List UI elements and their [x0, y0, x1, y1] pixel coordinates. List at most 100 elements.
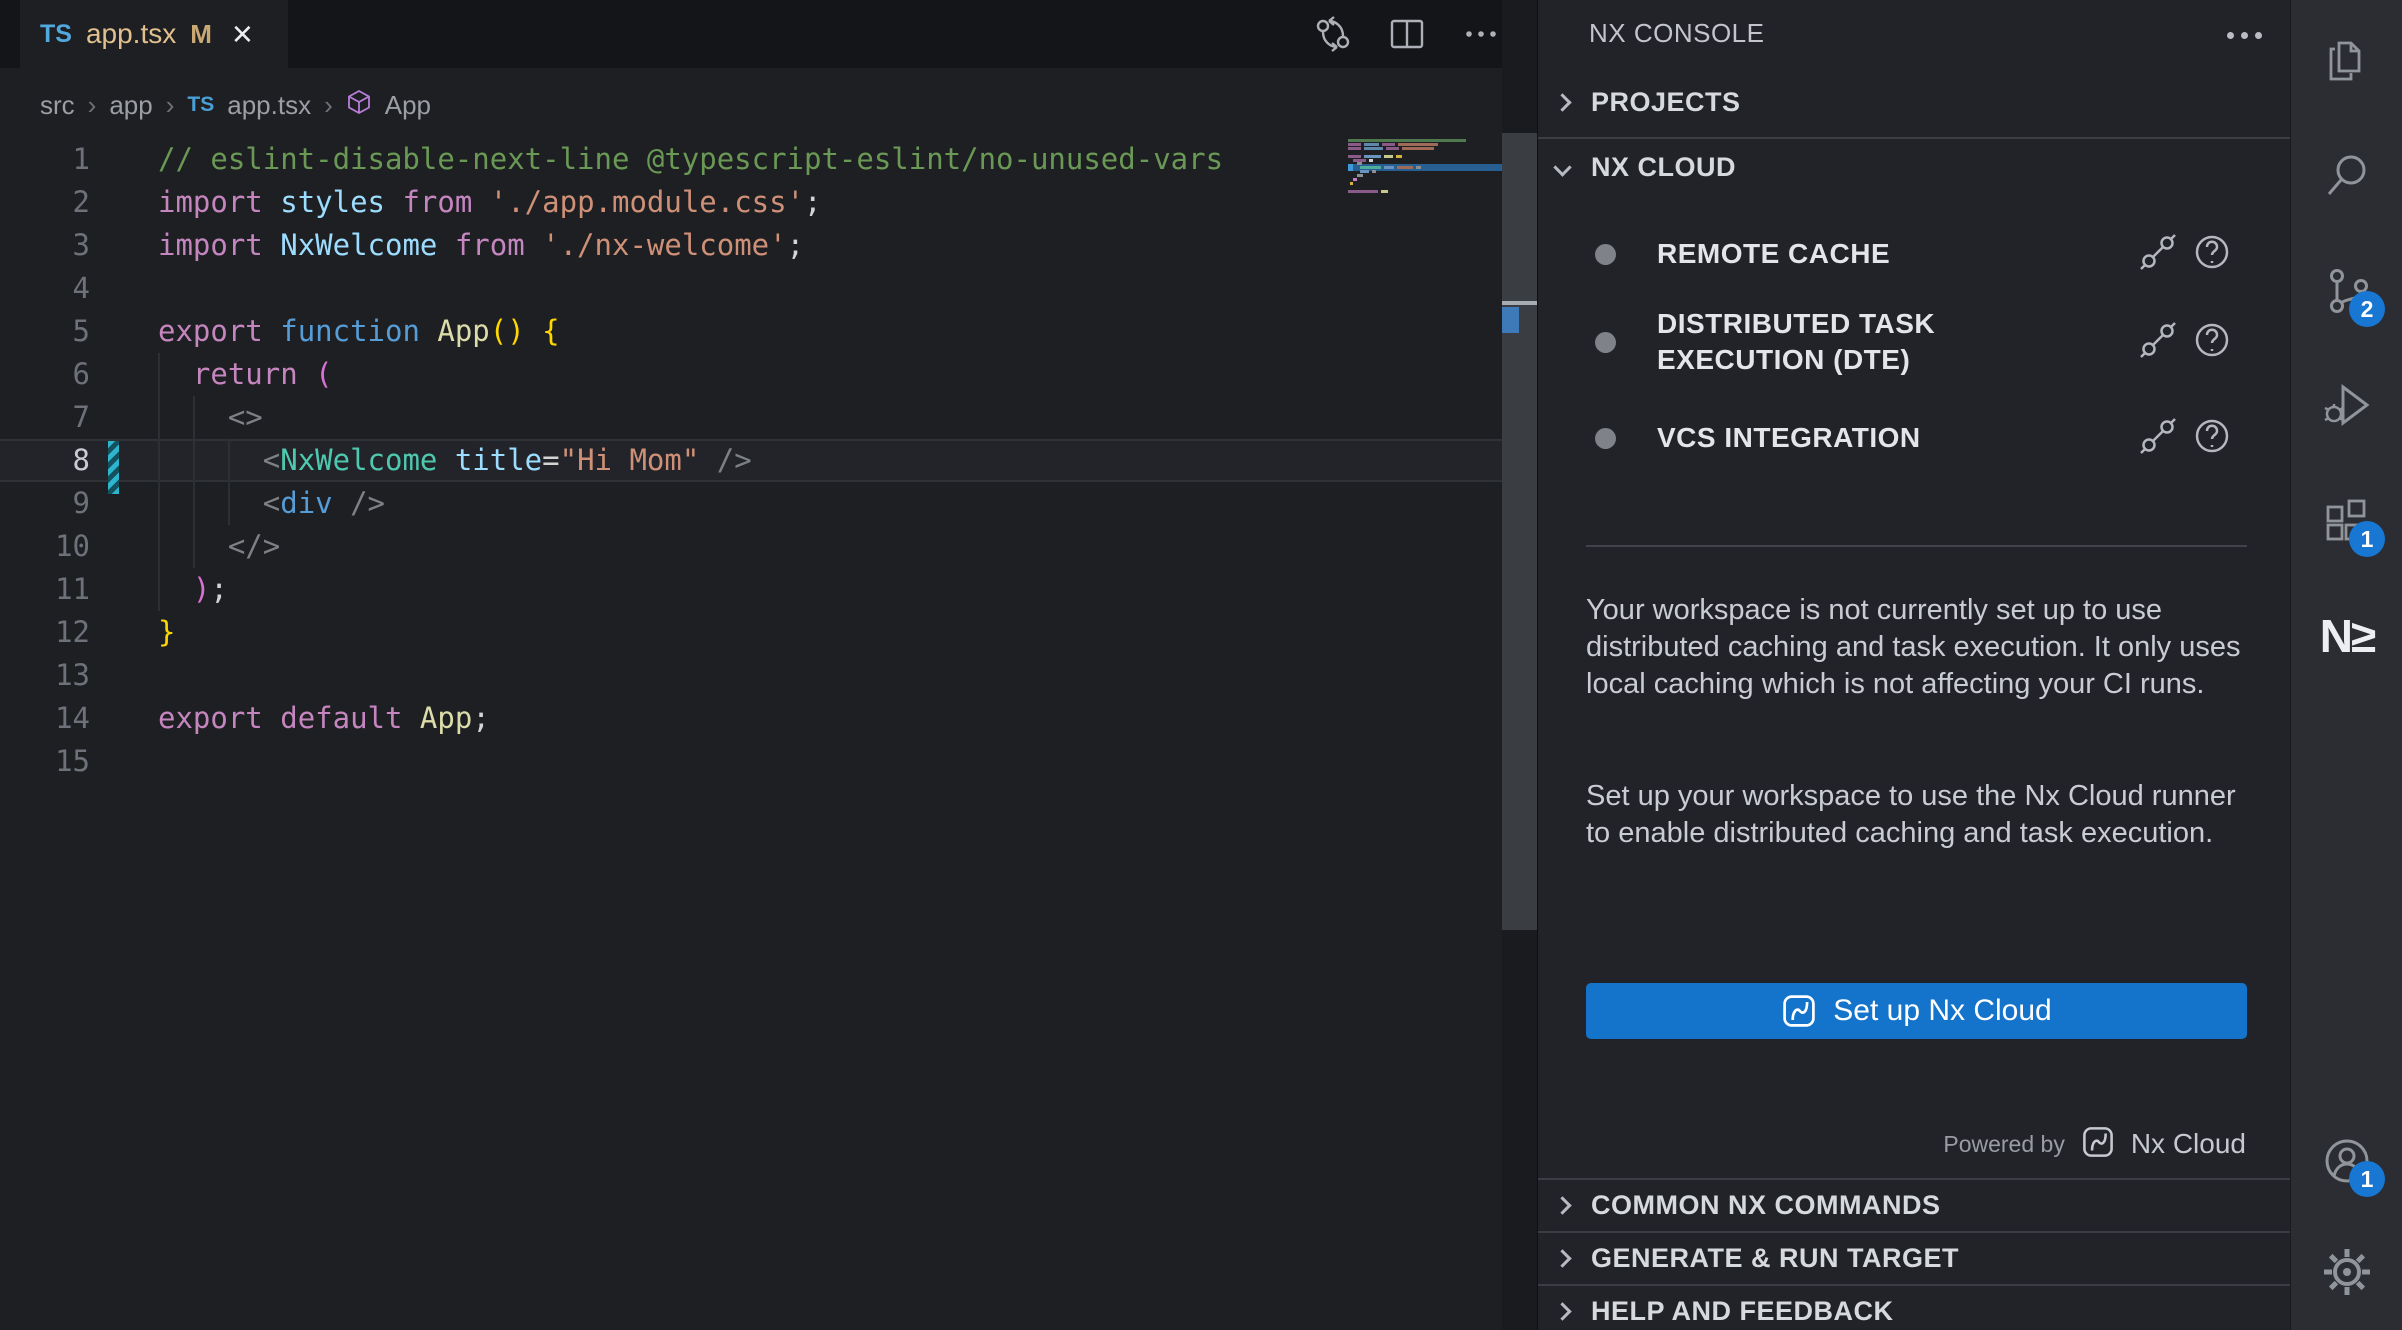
source-control-icon[interactable]: 2	[2291, 235, 2402, 347]
code-token	[158, 443, 263, 477]
code-editor[interactable]: 123456789101112131415 // eslint-disable-…	[0, 0, 1537, 1330]
connect-icon[interactable]	[2138, 416, 2178, 461]
code-token: />	[350, 486, 385, 520]
minimap-line	[1348, 190, 1388, 193]
help-icon[interactable]	[2192, 416, 2232, 461]
more-actions-icon[interactable]	[2227, 32, 2262, 39]
feature-vcs-integration: VCS INTEGRATION	[1538, 402, 2290, 474]
feature-remote-cache: REMOTE CACHE	[1538, 222, 2290, 286]
code-token: <>	[228, 400, 263, 434]
code-line-2[interactable]: import styles from './app.module.css';	[158, 181, 822, 224]
line-number: 3	[0, 224, 90, 267]
extensions-badge: 1	[2349, 521, 2385, 557]
line-number: 10	[0, 525, 90, 568]
chevron-right-icon	[1553, 1196, 1571, 1214]
scrollbar-slider[interactable]	[1502, 133, 1537, 930]
accounts-icon[interactable]: 1	[2291, 1105, 2402, 1217]
minimap-line	[1360, 166, 1421, 169]
code-token: ()	[490, 314, 525, 348]
code-line-6[interactable]: return (	[158, 353, 333, 396]
status-dot-icon	[1595, 428, 1616, 449]
code-token: ;	[787, 228, 804, 262]
section-label: HELP AND FEEDBACK	[1591, 1296, 1894, 1327]
connect-icon[interactable]	[2138, 320, 2178, 365]
code-line-10[interactable]: </>	[158, 525, 280, 568]
code-token: import	[158, 185, 263, 219]
vscode-window: TS app.tsx M ×	[0, 0, 2402, 1330]
code-token: "Hi Mom"	[560, 443, 700, 477]
code-token: NxWelcome	[280, 228, 437, 262]
code-token: App	[437, 314, 489, 348]
line-number: 8	[0, 439, 90, 482]
line-number: 6	[0, 353, 90, 396]
help-icon[interactable]	[2192, 320, 2232, 365]
code-token: )	[193, 572, 210, 606]
code-token: div	[280, 486, 332, 520]
help-icon[interactable]	[2192, 232, 2232, 277]
search-icon[interactable]	[2291, 120, 2402, 232]
code-token: </>	[228, 529, 280, 563]
code-token	[158, 486, 263, 520]
code-token	[263, 228, 280, 262]
explorer-icon[interactable]	[2291, 5, 2402, 117]
line-number: 11	[0, 568, 90, 611]
line-number: 1	[0, 138, 90, 181]
code-token: {	[542, 314, 559, 348]
minimap-line	[1348, 139, 1466, 142]
code-token	[158, 400, 228, 434]
code-line-8[interactable]: <NxWelcome title="Hi Mom" />	[158, 439, 752, 482]
setup-nx-cloud-button[interactable]: Set up Nx Cloud	[1586, 983, 2247, 1039]
code-line-11[interactable]: );	[158, 568, 228, 611]
connect-icon[interactable]	[2138, 232, 2178, 277]
section-label: PROJECTS	[1591, 87, 1741, 118]
minimap-line	[1348, 155, 1402, 158]
panel-header: NX CONSOLE	[1538, 0, 2290, 66]
code-token: styles	[280, 185, 385, 219]
status-dot-icon	[1595, 332, 1616, 353]
code-token	[333, 486, 350, 520]
code-token: './app.module.css'	[490, 185, 804, 219]
minimap-line	[1348, 143, 1438, 146]
code-line-3[interactable]: import NxWelcome from './nx-welcome';	[158, 224, 804, 267]
code-token: return	[193, 357, 298, 391]
code-token	[158, 529, 228, 563]
settings-gear-icon[interactable]	[2291, 1216, 2402, 1328]
code-line-14[interactable]: export default App;	[158, 697, 490, 740]
code-token: />	[717, 443, 752, 477]
code-line-12[interactable]: }	[158, 611, 175, 654]
code-token: NxWelcome	[280, 443, 437, 477]
code-token	[402, 701, 419, 735]
code-token: ;	[472, 701, 489, 735]
section-generate-run-target[interactable]: GENERATE & RUN TARGET	[1538, 1231, 2290, 1284]
section-help-and-feedback[interactable]: HELP AND FEEDBACK	[1538, 1284, 2290, 1330]
run-and-debug-icon[interactable]	[2291, 350, 2402, 462]
code-line-1[interactable]: // eslint-disable-next-line @typescript-…	[158, 138, 1223, 181]
nx-logo: N≥	[2320, 609, 2374, 663]
content-divider	[1586, 545, 2247, 547]
code-line-5[interactable]: export function App() {	[158, 310, 560, 353]
code-token	[263, 701, 280, 735]
line-number: 13	[0, 654, 90, 697]
line-number: 7	[0, 396, 90, 439]
code-line-9[interactable]: <div />	[158, 482, 385, 525]
powered-by: Powered by Nx Cloud	[1943, 1122, 2246, 1166]
section-common-nx-commands[interactable]: COMMON NX COMMANDS	[1538, 1178, 2290, 1231]
nx-console-panel: NX CONSOLE PROJECTS NX CLOUD REMOTE CACH…	[1537, 0, 2290, 1330]
activity-bar: 2 1 N≥ 1	[2290, 0, 2402, 1330]
section-nx-cloud[interactable]: NX CLOUD	[1538, 139, 2290, 195]
line-number: 15	[0, 740, 90, 783]
code-token: ;	[804, 185, 821, 219]
code-token	[158, 357, 193, 391]
minimap[interactable]	[1348, 130, 1502, 390]
minimap-line	[1353, 159, 1373, 162]
code-token: App	[420, 701, 472, 735]
code-line-7[interactable]: <>	[158, 396, 263, 439]
nx-console-icon[interactable]: N≥	[2291, 580, 2402, 692]
section-projects[interactable]: PROJECTS	[1538, 76, 2290, 129]
code-token: function	[280, 314, 420, 348]
code-token	[420, 314, 437, 348]
code-token: ;	[210, 572, 227, 606]
workspace-status-text: Your workspace is not currently set up t…	[1586, 592, 2244, 703]
extensions-icon[interactable]: 1	[2291, 465, 2402, 577]
code-token: // eslint-disable-next-line @typescript-…	[158, 142, 1223, 176]
